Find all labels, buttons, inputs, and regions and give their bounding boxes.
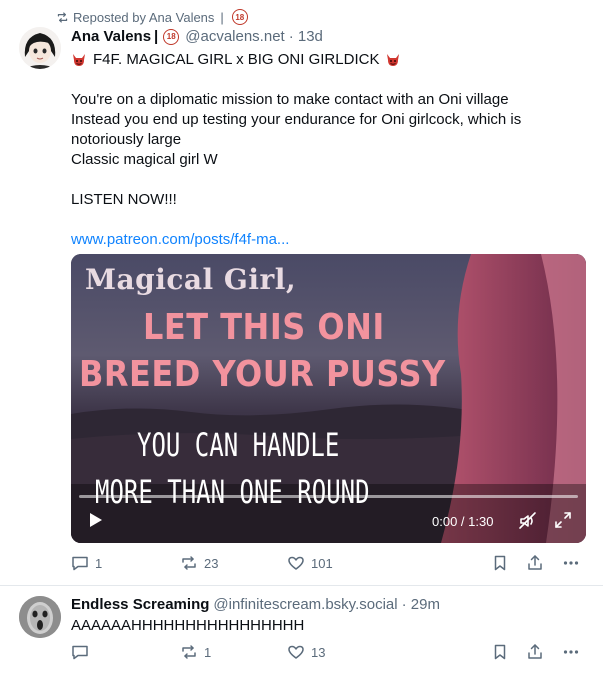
feed-post[interactable]: Reposted by Ana Valens | 18 Ana Valens |…	[0, 0, 603, 586]
bookmark-button[interactable]	[491, 554, 509, 572]
repost-icon	[182, 645, 196, 659]
reply-button[interactable]	[71, 643, 95, 661]
devil-face-icon	[387, 54, 400, 66]
video-overlay-text: MORE THAN ONE ROUND	[95, 473, 370, 511]
feed-post[interactable]: Endless Screaming @infinitescream.bsky.s…	[0, 587, 603, 678]
repost-count: 23	[204, 555, 219, 571]
more-options-button[interactable]	[562, 643, 580, 661]
share-icon	[528, 644, 542, 659]
name-separator: |	[154, 28, 159, 45]
repost-count: 1	[204, 644, 212, 660]
reply-icon	[72, 645, 88, 660]
post-header: Endless Screaming @infinitescream.bsky.s…	[71, 596, 440, 613]
body-line: AAAAAAHHHHHHHHHHHHHHHH	[71, 617, 305, 634]
adult-badge: 18	[231, 9, 248, 25]
repost-icon	[57, 11, 68, 23]
reply-count: 1	[95, 555, 103, 571]
post-actions: 1 13	[71, 643, 586, 663]
like-button[interactable]: 101	[287, 554, 333, 572]
body-line: You're on a diplomatic mission to make c…	[71, 91, 509, 108]
video-overlay-text: Magical Girl,	[85, 263, 297, 296]
post-link[interactable]: www.patreon.com/posts/f4f-ma...	[71, 231, 289, 248]
mute-icon[interactable]	[518, 511, 538, 531]
video-player[interactable]: Magical Girl, LET THIS ONI BREED YOUR PU…	[71, 254, 586, 543]
bookmark-icon	[494, 555, 506, 571]
reply-icon	[72, 556, 88, 571]
more-dots-icon	[563, 561, 579, 565]
like-count: 101	[311, 555, 333, 571]
share-button[interactable]	[526, 643, 544, 661]
post-header: Ana Valens | 18 @acvalens.net · 13d	[71, 28, 323, 45]
adult-badge: 18	[163, 28, 180, 45]
fullscreen-icon[interactable]	[554, 511, 572, 529]
body-line: Instead you end up testing your enduranc…	[71, 111, 522, 128]
video-progress-bar[interactable]	[79, 495, 578, 498]
video-time: 0:00 / 1:30	[432, 514, 494, 529]
repost-button[interactable]: 1	[180, 643, 211, 661]
reply-button[interactable]: 1	[71, 554, 102, 572]
post-title-text: F4F. MAGICAL GIRL x BIG ONI GIRLDICK	[93, 51, 380, 68]
bookmark-icon	[494, 644, 506, 660]
devil-face-icon	[73, 54, 85, 66]
more-dots-icon	[563, 650, 579, 654]
share-icon	[528, 555, 542, 570]
video-overlay-text: YOU CAN HANDLE	[137, 426, 340, 464]
like-count: 13	[311, 644, 326, 660]
separator: |	[220, 9, 224, 25]
body-line	[71, 170, 581, 190]
play-icon[interactable]	[85, 510, 105, 530]
more-options-button[interactable]	[562, 554, 580, 572]
author-handle[interactable]: @acvalens.net	[185, 28, 284, 45]
like-button[interactable]: 13	[287, 643, 325, 661]
post-time[interactable]: · 29m	[402, 596, 440, 613]
post-body: You're on a diplomatic mission to make c…	[71, 90, 581, 210]
avatar[interactable]	[19, 596, 61, 638]
author-name[interactable]: Ana Valens	[71, 28, 151, 45]
post-title: F4F. MAGICAL GIRL x BIG ONI GIRLDICK	[71, 50, 401, 70]
repost-label: Reposted by Ana Valens	[73, 9, 215, 25]
author-name[interactable]: Endless Screaming	[71, 596, 209, 613]
video-overlay-text: LET THIS ONI	[143, 306, 385, 348]
bookmark-button[interactable]	[491, 643, 509, 661]
body-line: Classic magical girl W	[71, 151, 218, 168]
avatar-image	[19, 27, 61, 69]
body-line: notoriously large	[71, 131, 182, 148]
share-button[interactable]	[526, 554, 544, 572]
body-line: LISTEN NOW!!!	[71, 191, 177, 208]
video-overlay-text: BREED YOUR PUSSY	[79, 353, 446, 395]
avatar[interactable]	[19, 27, 61, 69]
author-handle[interactable]: @infinitescream.bsky.social	[213, 596, 397, 613]
repost-button[interactable]: 23	[180, 554, 218, 572]
repost-indicator: Reposted by Ana Valens | 18	[56, 9, 250, 25]
post-body: AAAAAAHHHHHHHHHHHHHHHH	[71, 616, 581, 636]
heart-icon	[288, 556, 304, 570]
heart-icon	[288, 645, 304, 659]
repost-icon	[182, 556, 196, 570]
post-actions: 1 23 101	[71, 554, 586, 574]
avatar-image	[19, 596, 61, 638]
post-time[interactable]: · 13d	[289, 28, 323, 45]
